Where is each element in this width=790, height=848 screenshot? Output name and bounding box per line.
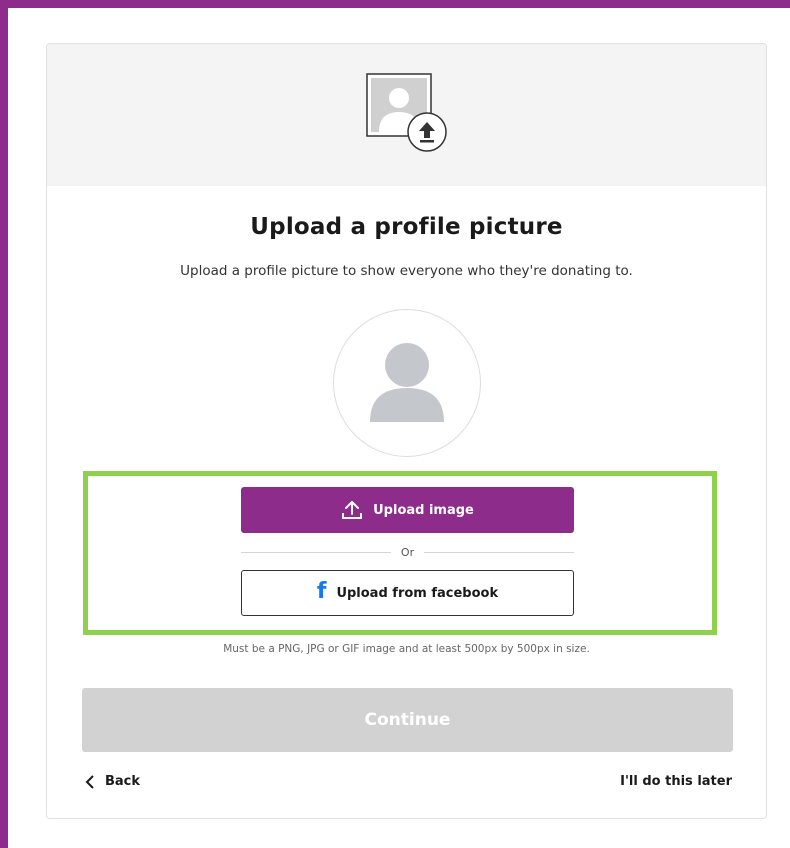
- image-requirements-text: Must be a PNG, JPG or GIF image and at l…: [223, 643, 590, 655]
- upload-profile-picture-card: Upload a profile picture Upload a profil…: [46, 43, 767, 819]
- divider-text: Or: [400, 545, 415, 559]
- avatar-preview: [333, 309, 481, 457]
- upload-from-facebook-label: Upload from facebook: [336, 585, 499, 601]
- divider-line-left: [241, 551, 391, 553]
- chevron-left-icon: [85, 774, 94, 789]
- user-placeholder-icon: [370, 343, 444, 422]
- upload-icon: [342, 501, 363, 519]
- upload-image-label: Upload image: [373, 502, 474, 518]
- profile-upload-illustration-icon: [366, 73, 447, 152]
- page-background: Upload a profile picture Upload a profil…: [8, 8, 790, 848]
- upload-from-facebook-button[interactable]: f Upload from facebook: [241, 570, 574, 616]
- do-this-later-link[interactable]: I'll do this later: [620, 774, 732, 789]
- back-label: Back: [105, 774, 141, 789]
- or-divider: Or: [241, 544, 574, 560]
- back-link[interactable]: Back: [85, 774, 140, 789]
- page-title: Upload a profile picture: [250, 214, 563, 240]
- facebook-icon: f: [316, 579, 327, 604]
- continue-button[interactable]: Continue: [82, 688, 733, 752]
- card-header: [47, 44, 766, 186]
- page-subtitle: Upload a profile picture to show everyon…: [180, 263, 633, 279]
- upload-image-button[interactable]: Upload image: [241, 487, 574, 533]
- divider-line-right: [424, 551, 574, 553]
